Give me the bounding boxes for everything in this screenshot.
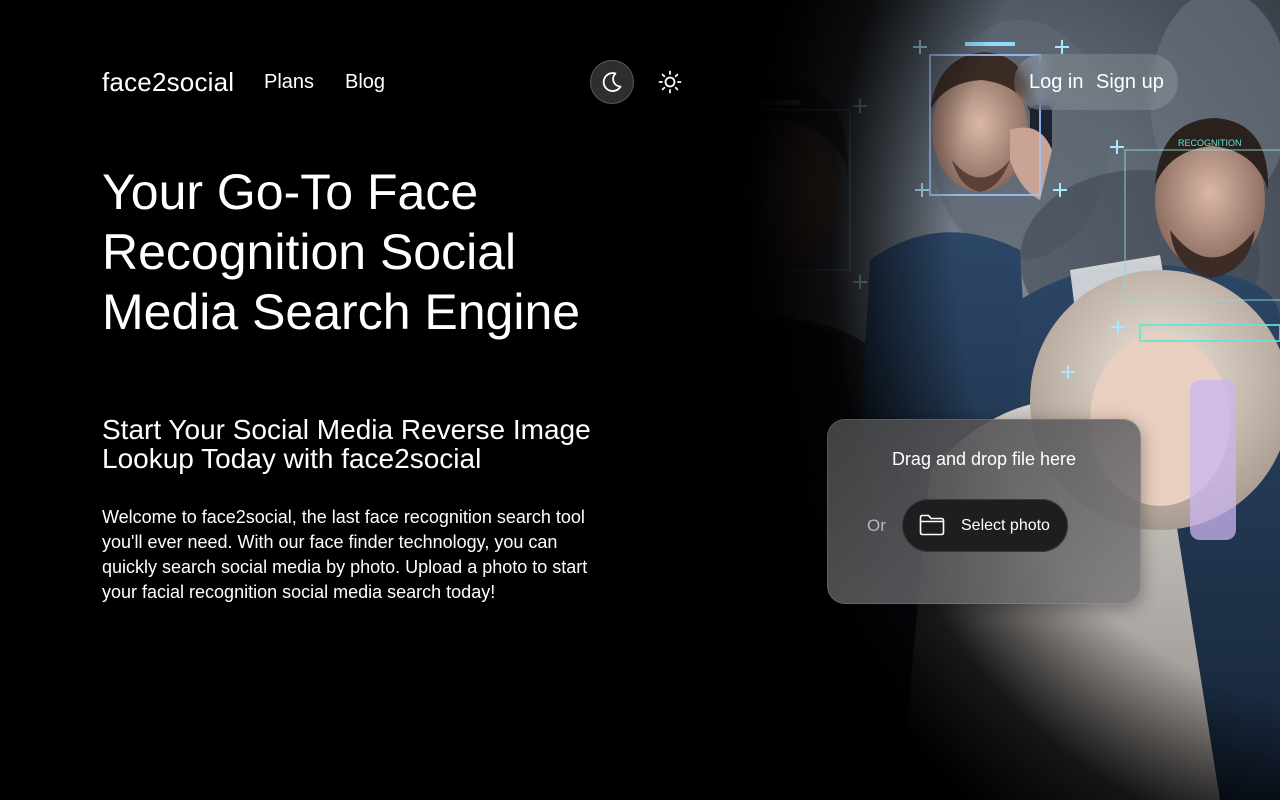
nav-link-blog[interactable]: Blog — [345, 70, 385, 94]
moon-icon — [602, 72, 622, 92]
login-link[interactable]: Log in — [1029, 70, 1084, 94]
page: RECOGNITION face2social Plans Blog Log i… — [0, 0, 1280, 800]
or-separator: Or — [867, 516, 886, 535]
select-photo-label: Select photo — [961, 517, 1050, 534]
sun-icon — [658, 70, 682, 94]
select-photo-button[interactable]: Select photo — [902, 499, 1068, 552]
hero-title: Your Go-To Face Recognition Social Media… — [102, 164, 581, 340]
hero-subtitle: Start Your Social Media Reverse Image Lo… — [102, 414, 591, 474]
photo-upload-dropzone[interactable]: Drag and drop file here Or Select photo — [827, 419, 1141, 604]
nav-link-plans[interactable]: Plans — [264, 70, 314, 94]
light-theme-button[interactable] — [650, 62, 690, 102]
site-header: face2social Plans Blog Log in Sign up — [0, 0, 1280, 160]
signup-link[interactable]: Sign up — [1096, 70, 1164, 94]
folder-icon — [919, 514, 945, 536]
hero-description: Welcome to face2social, the last face re… — [102, 507, 588, 602]
dark-theme-button[interactable] — [590, 60, 634, 104]
drop-instructions: Drag and drop file here — [891, 449, 1077, 469]
site-logo[interactable]: face2social — [102, 66, 234, 98]
